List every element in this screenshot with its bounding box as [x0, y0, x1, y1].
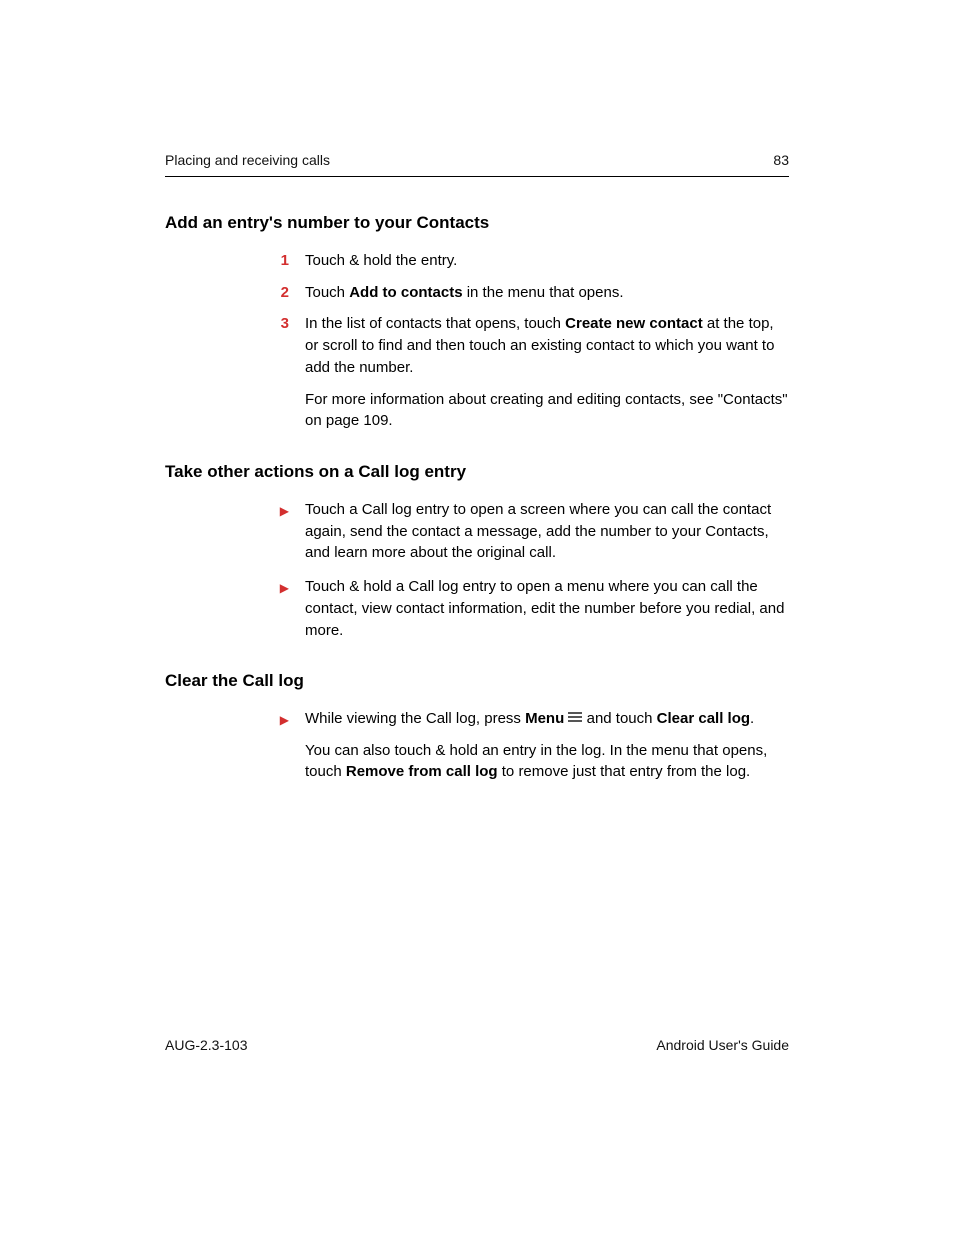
- header-page-number: 83: [773, 150, 789, 170]
- step-number: 2: [275, 282, 289, 304]
- menu-icon: [568, 710, 582, 724]
- section-title-other-actions: Take other actions on a Call log entry: [165, 460, 789, 485]
- bullet-body: While viewing the Call log, press Menu a…: [305, 708, 789, 783]
- step-text: Touch Add to contacts in the menu that o…: [305, 282, 789, 304]
- bullet-item: ▶ Touch & hold a Call log entry to open …: [275, 576, 789, 641]
- header-section-title: Placing and receiving calls: [165, 150, 330, 170]
- step-3: 3 In the list of contacts that opens, to…: [275, 313, 789, 432]
- step-text: In the list of contacts that opens, touc…: [305, 313, 789, 378]
- footer-doc-id: AUG-2.3-103: [165, 1035, 247, 1055]
- running-header: Placing and receiving calls 83: [165, 150, 789, 177]
- triangle-bullet-icon: ▶: [275, 576, 289, 641]
- step-2: 2 Touch Add to contacts in the menu that…: [275, 282, 789, 304]
- triangle-bullet-icon: ▶: [275, 708, 289, 783]
- bullet-body: Touch & hold a Call log entry to open a …: [305, 576, 789, 641]
- page-content: Placing and receiving calls 83 Add an en…: [0, 0, 954, 783]
- footer-guide-name: Android User's Guide: [656, 1035, 789, 1055]
- step-text-secondary: For more information about creating and …: [305, 389, 789, 433]
- bullet-text: Touch a Call log entry to open a screen …: [305, 499, 789, 564]
- step-body: Touch & hold the entry.: [305, 250, 789, 272]
- step-body: Touch Add to contacts in the menu that o…: [305, 282, 789, 304]
- bullets-clear-log: ▶ While viewing the Call log, press Menu…: [165, 708, 789, 783]
- step-text: Touch & hold the entry.: [305, 250, 789, 272]
- bullet-item: ▶ Touch a Call log entry to open a scree…: [275, 499, 789, 564]
- bullets-other-actions: ▶ Touch a Call log entry to open a scree…: [165, 499, 789, 642]
- bullet-text: While viewing the Call log, press Menu a…: [305, 708, 789, 730]
- triangle-bullet-icon: ▶: [275, 499, 289, 564]
- step-number: 3: [275, 313, 289, 432]
- bullet-body: Touch a Call log entry to open a screen …: [305, 499, 789, 564]
- bullet-text: Touch & hold a Call log entry to open a …: [305, 576, 789, 641]
- steps-add-entry: 1 Touch & hold the entry. 2 Touch Add to…: [165, 250, 789, 432]
- step-number: 1: [275, 250, 289, 272]
- step-1: 1 Touch & hold the entry.: [275, 250, 789, 272]
- section-title-add-entry: Add an entry's number to your Contacts: [165, 211, 789, 236]
- bullet-text-secondary: You can also touch & hold an entry in th…: [305, 740, 789, 784]
- page-footer: AUG-2.3-103 Android User's Guide: [165, 1035, 789, 1055]
- section-title-clear-log: Clear the Call log: [165, 669, 789, 694]
- bullet-item: ▶ While viewing the Call log, press Menu…: [275, 708, 789, 783]
- step-body: In the list of contacts that opens, touc…: [305, 313, 789, 432]
